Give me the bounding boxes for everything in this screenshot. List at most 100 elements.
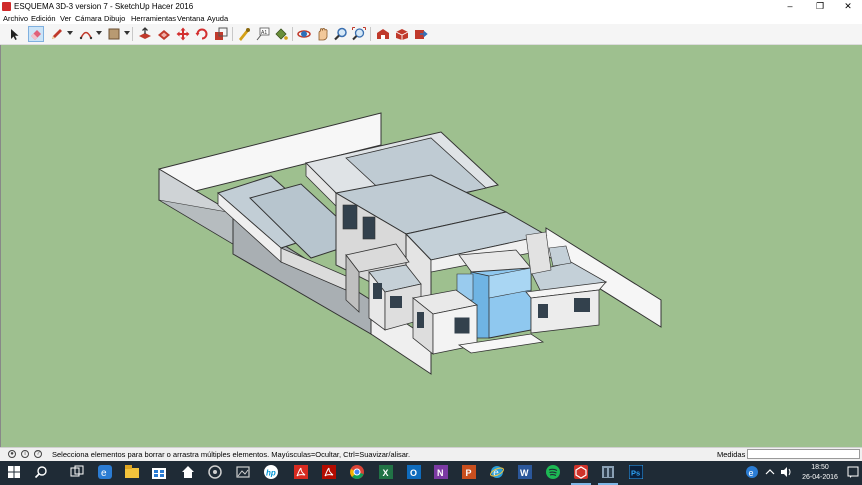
title-bar: ESQUEMA 3D-3 version 7 - SketchUp Hacer … <box>0 0 862 13</box>
sketchup-icon <box>574 465 588 479</box>
scale-tool-button[interactable] <box>214 27 228 41</box>
paint-bucket-tool-button[interactable] <box>274 27 288 41</box>
select-tool-icon <box>11 29 19 40</box>
taskbar-spotify[interactable] <box>546 465 560 479</box>
start-button[interactable] <box>7 465 21 479</box>
menu-edicion[interactable]: Edición <box>31 13 56 24</box>
svg-text:X: X <box>383 468 389 478</box>
menu-ventana[interactable]: Ventana <box>177 13 205 24</box>
measurements-label: Medidas <box>717 450 746 459</box>
eraser-tool-button[interactable] <box>28 26 44 42</box>
windows-taskbar: e hp X O N P e W Ps e 18:50 26-04-2016 <box>0 461 862 485</box>
menu-dibujo[interactable]: Dibujo <box>104 13 125 24</box>
onenote-icon: N <box>434 465 448 479</box>
maximize-button[interactable]: ❐ <box>806 0 834 13</box>
svg-text:O: O <box>410 468 417 478</box>
credits-icon[interactable]: i <box>21 450 29 458</box>
text-tool-button[interactable]: A1 <box>256 27 270 41</box>
shape-dropdown-arrow[interactable] <box>124 31 130 35</box>
taskbar-ie[interactable]: e <box>490 465 504 479</box>
notification-center-button[interactable] <box>846 465 860 479</box>
acrobat-icon <box>294 465 308 479</box>
network-icon: e <box>746 466 758 478</box>
drawing-area-viewport[interactable] <box>0 45 862 447</box>
photos-icon <box>236 466 250 478</box>
powerpoint-icon: P <box>462 465 476 479</box>
push-pull-tool-button[interactable] <box>138 27 152 41</box>
task-view-button[interactable] <box>70 465 84 479</box>
select-tool-button[interactable] <box>7 27 21 41</box>
taskbar-photoshop[interactable]: Ps <box>628 464 644 480</box>
zoom-extents-tool-button[interactable] <box>352 27 366 41</box>
eraser-tool-icon <box>31 30 41 40</box>
taskbar-acrobat-dc[interactable] <box>322 465 336 479</box>
internet-explorer-icon: e <box>490 466 504 479</box>
taskbar-chrome[interactable] <box>350 465 364 479</box>
home-icon <box>182 466 194 478</box>
offset-tool-button[interactable] <box>157 27 171 41</box>
taskbar-store[interactable] <box>152 465 166 479</box>
store-icon <box>152 468 166 479</box>
photoshop-icon: Ps <box>628 464 644 480</box>
menu-camara[interactable]: Cámara <box>75 13 102 24</box>
taskbar-powerpoint[interactable]: P <box>462 465 476 479</box>
arc-tool-button[interactable] <box>79 27 93 41</box>
svg-text:e: e <box>101 468 107 479</box>
taskbar-outlook[interactable]: O <box>407 465 421 479</box>
taskbar-word[interactable]: W <box>518 465 532 479</box>
taskbar-app-window[interactable] <box>601 465 615 479</box>
taskbar-edge[interactable]: e <box>98 465 112 479</box>
tray-overflow-button[interactable] <box>763 465 777 479</box>
orbit-tool-button[interactable] <box>297 27 311 41</box>
search-icon <box>34 466 47 479</box>
taskbar-clock[interactable]: 18:50 26-04-2016 <box>795 463 845 483</box>
move-tool-button[interactable] <box>176 27 190 41</box>
tray-volume-button[interactable] <box>779 465 793 479</box>
task-view-icon <box>70 465 84 477</box>
hp-icon: hp <box>264 465 278 479</box>
notification-icon <box>847 466 859 478</box>
pan-tool-button[interactable] <box>316 27 330 41</box>
rotate-tool-button[interactable] <box>195 27 209 41</box>
tape-measure-tool-button[interactable] <box>237 27 251 41</box>
geo-location-icon[interactable]: ● <box>8 450 16 458</box>
menu-herramientas[interactable]: Herramientas <box>131 13 176 24</box>
start-icon <box>8 466 20 478</box>
spotify-icon <box>546 465 560 479</box>
main-toolbar: A1 <box>0 24 862 45</box>
edge-icon: e <box>98 465 112 479</box>
extension-warehouse-button[interactable] <box>395 27 409 41</box>
taskbar-explorer[interactable] <box>125 465 139 479</box>
taskbar-photos[interactable] <box>236 465 250 479</box>
shape-tool-button[interactable] <box>107 27 121 41</box>
send-to-layout-button[interactable] <box>414 27 428 41</box>
pencil-dropdown-arrow[interactable] <box>67 31 73 35</box>
arc-dropdown-arrow[interactable] <box>96 31 102 35</box>
menu-ayuda[interactable]: Ayuda <box>207 13 228 24</box>
arc-tool-icon <box>79 31 93 40</box>
taskbar-media[interactable] <box>208 465 222 479</box>
close-button[interactable]: ✕ <box>834 0 862 13</box>
taskbar-home[interactable] <box>181 465 195 479</box>
layout-send-icon <box>415 30 428 39</box>
measurements-input[interactable] <box>747 449 860 459</box>
pencil-line-tool-button[interactable] <box>50 27 64 41</box>
menu-ver[interactable]: Ver <box>60 13 71 24</box>
acrobat-dc-icon <box>322 465 336 479</box>
taskbar-onenote[interactable]: N <box>434 465 448 479</box>
file-explorer-icon <box>125 465 139 478</box>
taskbar-hp[interactable]: hp <box>264 465 278 479</box>
taskbar-acrobat[interactable] <box>294 465 308 479</box>
search-button[interactable] <box>34 465 48 479</box>
taskbar-excel[interactable]: X <box>379 465 393 479</box>
menu-archivo[interactable]: Archivo <box>3 13 28 24</box>
pencil-line-tool-icon <box>52 29 62 39</box>
minimize-button[interactable]: – <box>776 0 804 13</box>
zoom-tool-icon <box>334 27 347 41</box>
help-icon[interactable]: ? <box>34 450 42 458</box>
taskbar-sketchup[interactable] <box>574 465 588 479</box>
rotate-tool-icon <box>195 28 208 40</box>
zoom-tool-button[interactable] <box>334 27 348 41</box>
tray-network-button[interactable]: e <box>745 465 759 479</box>
3d-warehouse-button[interactable] <box>376 27 390 41</box>
